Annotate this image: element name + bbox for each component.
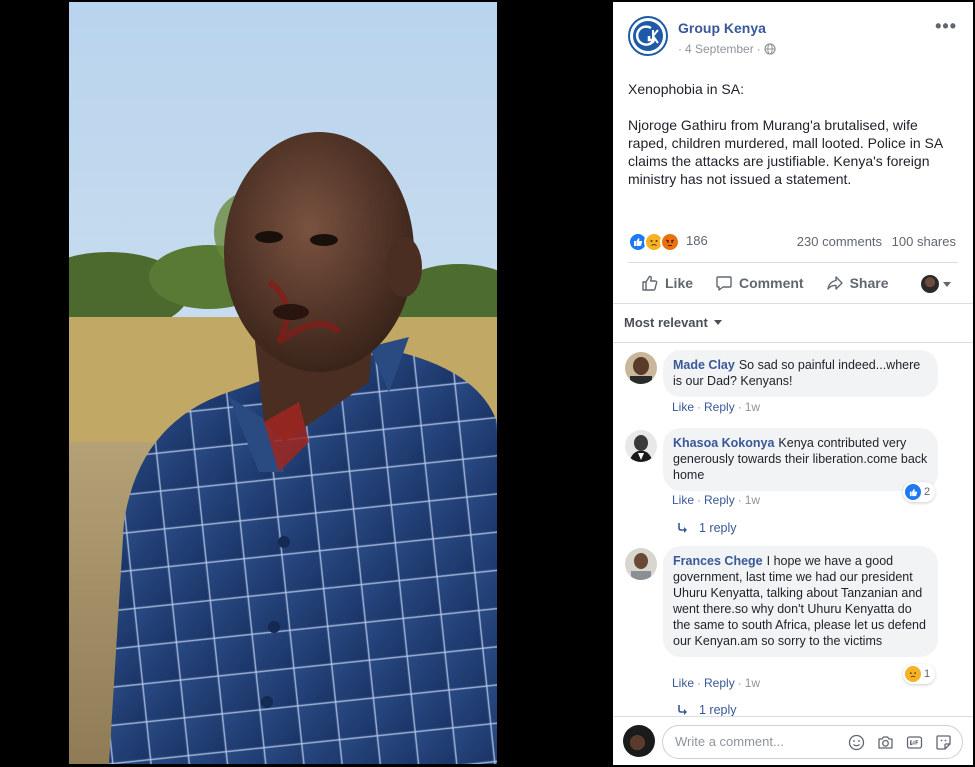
post-actions: Like Comment Share (613, 264, 973, 302)
angry-icon (660, 232, 680, 252)
emoji-icon[interactable] (848, 734, 865, 751)
shares-count-link[interactable]: 100 shares (892, 234, 956, 249)
commenter-avatar[interactable] (625, 430, 657, 462)
reaction-count[interactable]: 186 (686, 233, 708, 248)
comment-bubble: Made Clay So sad so painful indeed...wher… (663, 350, 938, 397)
post-date[interactable]: 4 September (685, 42, 754, 56)
meta-separator: · (756, 42, 761, 56)
post-photo[interactable] (69, 2, 497, 764)
comment-author-link[interactable]: Khasoa Kokonya (673, 436, 774, 450)
comment-label: Comment (739, 275, 804, 291)
comment-reaction-badge[interactable]: 1 (903, 664, 936, 684)
post-text: Xenophobia in SA: Njoroge Gathiru from M… (613, 68, 973, 188)
post-meta: · 4 September · (678, 42, 776, 56)
chevron-down-icon (943, 281, 951, 287)
photo-image (69, 2, 497, 764)
comment-bubble: Khasoa Kokonya Kenya contributed very gen… (663, 428, 938, 491)
meta-separator: · (678, 42, 682, 56)
engagement-counts: 230 comments 100 shares (791, 234, 956, 249)
comment-reply-link[interactable]: Reply (704, 676, 735, 690)
post-header: Group Kenya · 4 September · ••• (613, 2, 973, 68)
comment-input-box[interactable] (662, 725, 963, 759)
more-options-button[interactable]: ••• (935, 16, 957, 37)
globe-icon[interactable] (764, 43, 776, 55)
comment-input[interactable] (675, 734, 840, 749)
user-avatar[interactable] (623, 725, 655, 757)
comment-sort-dropdown[interactable]: Most relevant (624, 315, 722, 330)
view-replies-link[interactable]: 1 reply (677, 521, 737, 535)
like-icon (905, 484, 921, 500)
comment-author-link[interactable]: Made Clay (673, 358, 735, 372)
view-replies-link[interactable]: 1 reply (677, 703, 737, 717)
comment-as-selector[interactable] (921, 275, 951, 293)
comment-text: I hope we have a good government, last t… (673, 554, 926, 648)
camera-icon[interactable] (877, 734, 894, 751)
group-kenya-logo-icon (633, 21, 663, 51)
speech-bubble-icon (716, 276, 732, 291)
page-avatar[interactable] (628, 16, 668, 56)
divider (628, 262, 958, 263)
page-name-link[interactable]: Group Kenya (678, 20, 766, 36)
chevron-down-icon (713, 320, 722, 325)
reply-arrow-icon (678, 523, 687, 533)
comment-actions: Like · Reply · 1w (672, 493, 761, 507)
comment-reply-link[interactable]: Reply (704, 493, 735, 507)
comment-reaction-count: 1 (924, 668, 931, 680)
reactions-summary: 186 230 comments 100 shares (613, 230, 973, 254)
user-avatar (921, 275, 939, 293)
commenter-avatar[interactable] (625, 352, 657, 384)
comment-like-link[interactable]: Like (672, 400, 694, 414)
divider (613, 342, 973, 343)
comment-bubble: Frances Chege I hope we have a good gover… (663, 546, 938, 657)
comment-reply-link[interactable]: Reply (704, 400, 735, 414)
post-panel: Group Kenya · 4 September · ••• Xenophob… (613, 2, 973, 765)
comment-like-link[interactable]: Like (672, 676, 694, 690)
comment-author-link[interactable]: Frances Chege (673, 554, 763, 568)
sad-icon (905, 666, 921, 682)
photo-area[interactable] (0, 0, 612, 767)
comment-composer (613, 716, 973, 765)
comment-reaction-count: 2 (924, 486, 931, 498)
replies-count: 1 reply (699, 521, 737, 535)
replies-count: 1 reply (699, 703, 737, 717)
comments-count-link[interactable]: 230 comments (797, 234, 882, 249)
like-button[interactable]: Like (641, 274, 693, 292)
comment-actions: Like · Reply · 1w (672, 676, 761, 690)
photo-viewer: Group Kenya · 4 September · ••• Xenophob… (0, 0, 975, 767)
reaction-icons[interactable] (628, 232, 680, 252)
share-arrow-icon (826, 276, 843, 290)
post-text-heading: Xenophobia in SA: (628, 81, 744, 97)
comment-time[interactable]: 1w (745, 676, 760, 690)
commenter-avatar[interactable] (625, 548, 657, 580)
composer-icons (848, 734, 952, 751)
gif-icon[interactable] (906, 734, 923, 751)
share-button[interactable]: Share (826, 274, 889, 292)
share-label: Share (849, 275, 889, 291)
post-text-body: Njoroge Gathiru from Murang'a brutalised… (628, 117, 943, 187)
reply-arrow-icon (678, 705, 687, 715)
comment-reaction-badge[interactable]: 2 (903, 482, 936, 502)
divider (613, 303, 973, 304)
thumbs-up-icon (642, 275, 658, 291)
comment-like-link[interactable]: Like (672, 493, 694, 507)
sticker-icon[interactable] (935, 734, 952, 751)
comment-actions: Like · Reply · 1w (672, 400, 761, 414)
comment-time[interactable]: 1w (745, 400, 760, 414)
comment-button[interactable]: Comment (715, 274, 804, 292)
comment-time[interactable]: 1w (745, 493, 760, 507)
like-label: Like (665, 275, 694, 291)
sort-label: Most relevant (624, 315, 708, 330)
